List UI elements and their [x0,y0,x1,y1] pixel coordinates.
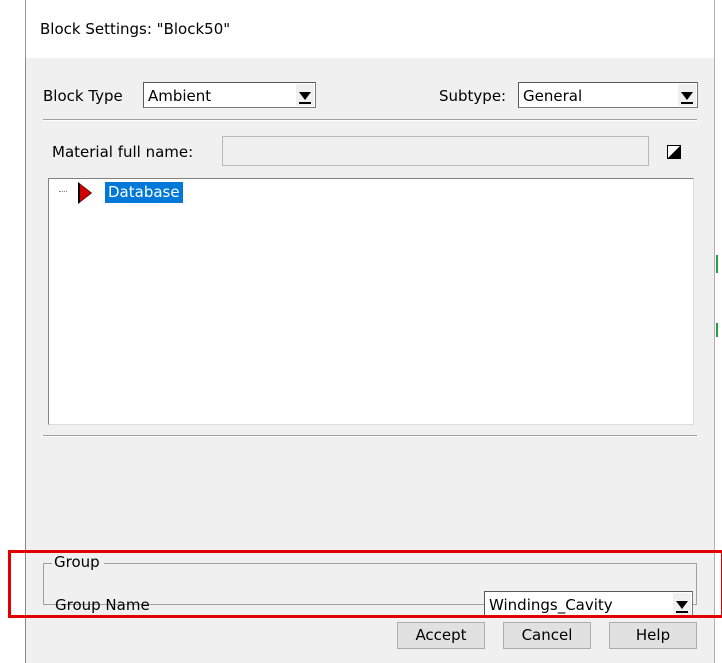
block-type-label: Block Type [43,87,123,105]
material-name-label: Material full name: [52,143,194,161]
background-window-edge [716,323,718,337]
tree-item-database[interactable]: Database [105,182,183,203]
group-name-value: Windings_Cavity [489,596,613,614]
subtype-label: Subtype: [439,87,507,105]
group-legend: Group [52,553,104,571]
collapsed-arrow-icon[interactable] [80,184,91,202]
subtype-select[interactable]: General [518,82,698,108]
background-window-edge [716,255,718,273]
group-name-label: Group Name [55,596,150,614]
help-button[interactable]: Help [609,622,697,649]
material-name-field [222,136,649,166]
block-type-select[interactable]: Ambient [143,82,316,108]
tree-separator [43,435,697,437]
cancel-button[interactable]: Cancel [503,622,591,649]
group-name-select[interactable]: Windings_Cavity [484,591,693,617]
chevron-down-icon[interactable] [678,84,696,106]
subtype-value: General [523,87,583,105]
dialog-right-edge [714,0,715,663]
top-separator [43,119,697,121]
dialog-left-edge [25,58,26,663]
window-title: Block Settings: "Block50" [40,20,231,38]
chevron-down-icon[interactable] [296,84,314,106]
material-tree-view[interactable]: Database [48,178,694,425]
accept-button[interactable]: Accept [397,622,485,649]
expand-corner-icon[interactable] [667,145,681,159]
block-type-value: Ambient [148,87,212,105]
tree-connector-line [59,191,67,193]
title-bar: Block Settings: "Block50" [25,0,715,58]
chevron-down-icon[interactable] [673,593,691,615]
